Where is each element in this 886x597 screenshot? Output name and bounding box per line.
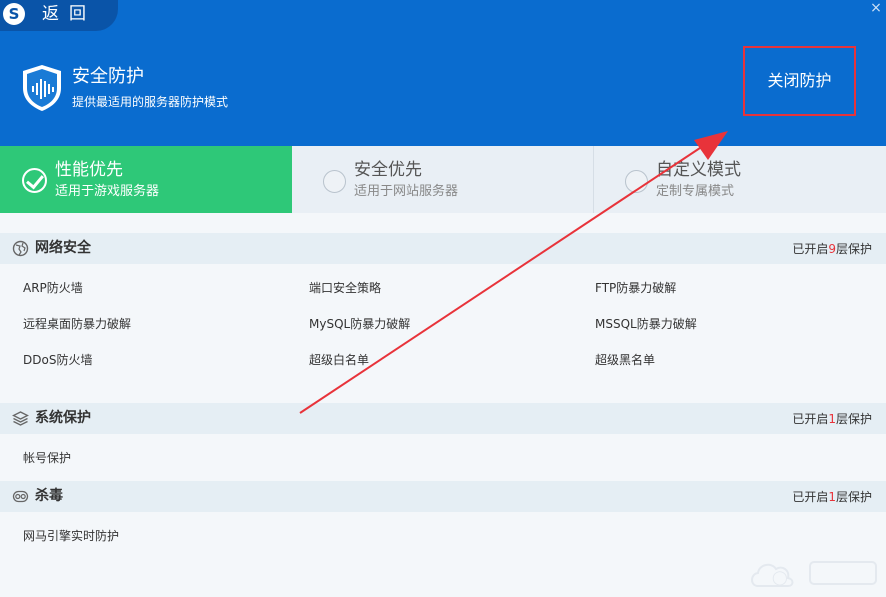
section-status: 已开启9层保护 [792,242,872,256]
radio-icon[interactable] [625,170,648,193]
protection-item-rdp: 远程桌面防暴力破解 [23,317,132,331]
mode-desc: 适用于游戏服务器 [55,184,160,199]
close-icon[interactable]: × [868,0,884,16]
protection-item-ddos: DDoS防火墙 [23,353,93,367]
mode-performance[interactable]: 性能优先 适用于游戏服务器 [0,146,292,213]
layers-icon [12,411,29,426]
header-banner: S 返回 × 安全防护 提供最适用的服务器防护模式 关闭防护 [0,0,886,146]
protection-item-blacklist: 超级黑名单 [595,353,656,367]
mode-desc: 适用于网站服务器 [354,184,459,199]
protection-item-arp: ARP防火墙 [23,281,83,295]
app-logo-icon: S [3,3,25,25]
section-status: 已开启1层保护 [792,412,872,426]
check-icon [22,168,47,193]
protection-item-ftp: FTP防暴力破解 [595,281,677,295]
section-title: 网络安全 [35,240,91,256]
svg-text:◯: ◯ [772,569,788,586]
watermark-logo-icon: ◯ [751,561,877,587]
virus-icon [12,490,29,503]
page-subtitle: 提供最适用的服务器防护模式 [72,95,229,109]
radio-icon[interactable] [323,170,346,193]
shield-icon [23,65,61,111]
mode-desc: 定制专属模式 [656,184,735,199]
page-title: 安全防护 [72,66,144,87]
close-protection-button[interactable]: 关闭防护 [743,46,856,116]
mode-name: 性能优先 [55,160,123,180]
section-system-protection: 系统保护 已开启1层保护 [0,403,886,434]
mode-security[interactable]: 安全优先 适用于网站服务器 [292,146,593,213]
section-title: 杀毒 [35,488,63,504]
globe-icon [12,240,29,257]
mode-name: 自定义模式 [656,160,741,180]
section-title: 系统保护 [35,410,91,426]
protection-item-mysql: MySQL防暴力破解 [309,317,411,331]
section-antivirus: 杀毒 已开启1层保护 [0,481,886,512]
section-network-security: 网络安全 已开启9层保护 [0,233,886,264]
protection-item-webshell: 网马引擎实时防护 [23,529,120,543]
section-status: 已开启1层保护 [792,490,872,504]
mode-selector: 性能优先 适用于游戏服务器 安全优先 适用于网站服务器 自定义模式 定制专属模式 [0,146,886,213]
protection-item-port: 端口安全策略 [309,281,382,295]
back-bar[interactable]: S 返回 [0,0,118,31]
protection-item-whitelist: 超级白名单 [309,353,370,367]
mode-name: 安全优先 [354,160,422,180]
back-button[interactable]: 返回 [42,3,96,25]
protection-item-mssql: MSSQL防暴力破解 [595,317,697,331]
protection-item-account: 帐号保护 [23,451,72,465]
mode-custom[interactable]: 自定义模式 定制专属模式 [594,146,886,213]
